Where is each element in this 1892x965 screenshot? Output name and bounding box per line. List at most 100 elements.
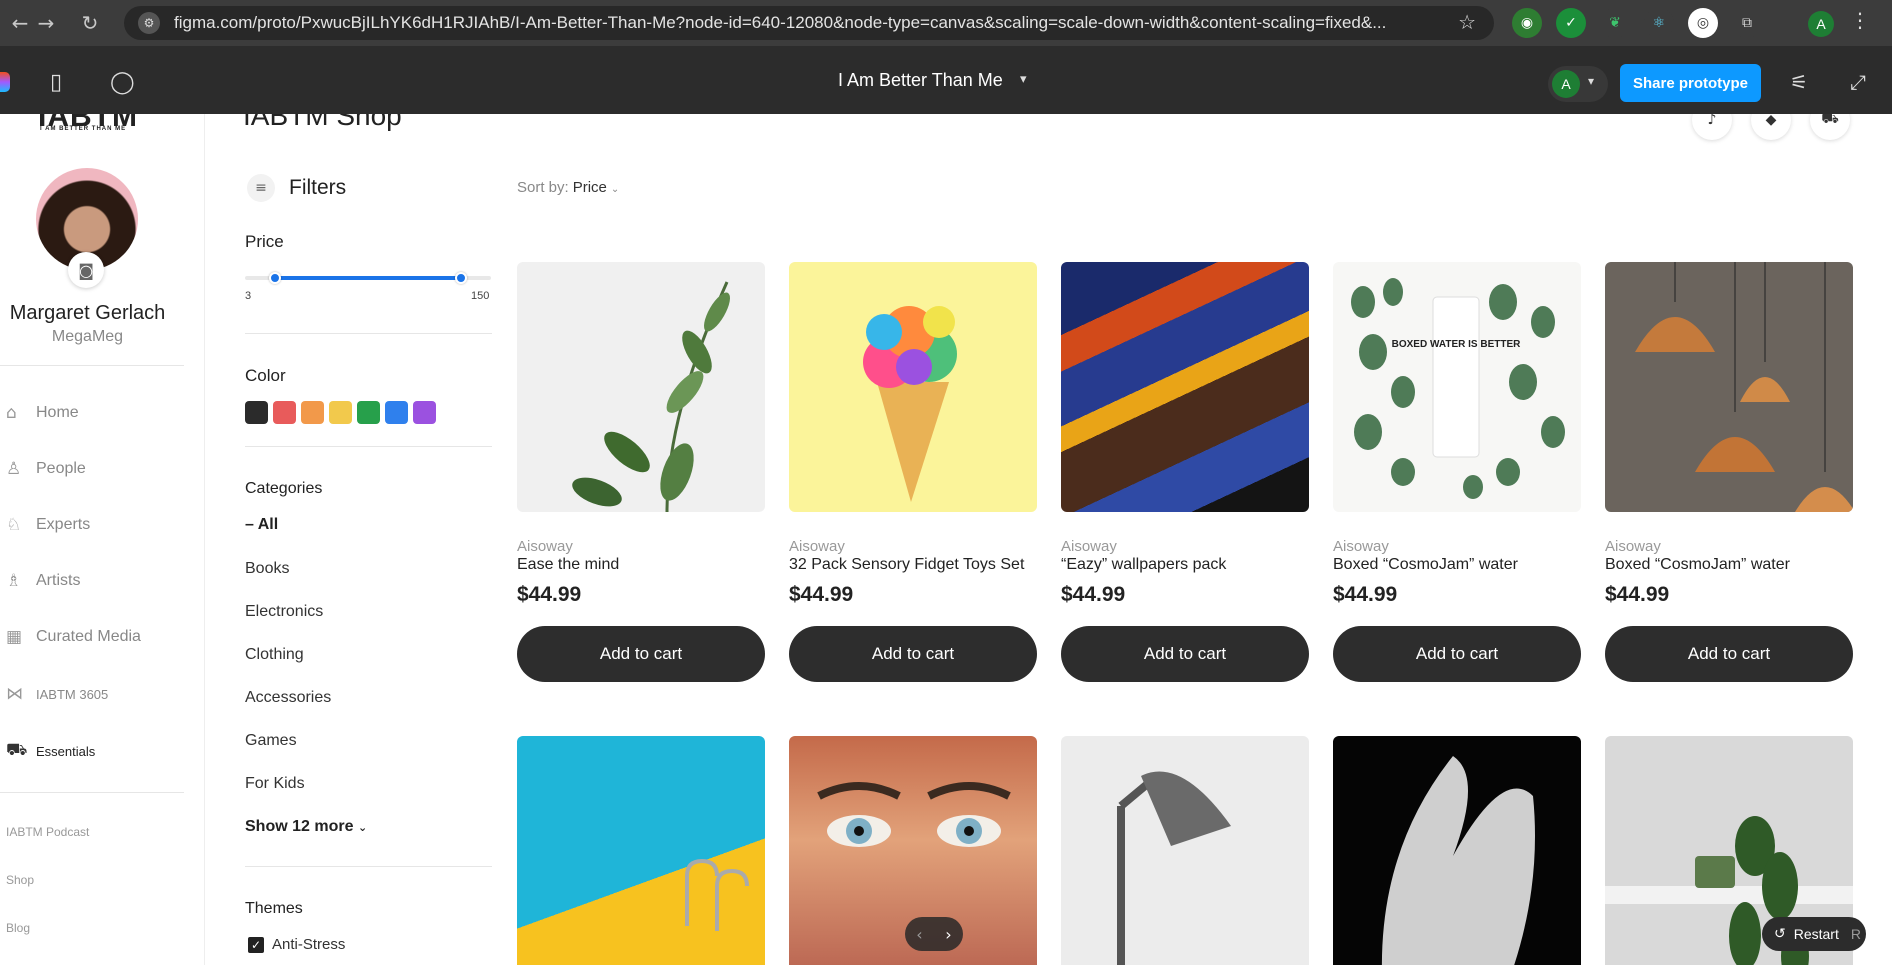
- add-to-cart-button[interactable]: Add to cart: [1061, 626, 1309, 682]
- extension-react-icon[interactable]: ⚛: [1644, 8, 1674, 38]
- color-swatch-blue[interactable]: [385, 401, 408, 424]
- sidebar-item-essentials[interactable]: ⛟ Essentials: [6, 740, 95, 762]
- add-to-cart-button[interactable]: Add to cart: [1333, 626, 1581, 682]
- checkbox-checked-icon[interactable]: ✓: [248, 936, 264, 953]
- sidebar-item-home[interactable]: ⌂ Home: [6, 403, 79, 423]
- color-swatch-purple[interactable]: [413, 401, 436, 424]
- color-swatch-yellow[interactable]: [329, 401, 352, 424]
- product-card[interactable]: Aisoway Ease the mind $44.99 Add to cart: [517, 262, 765, 682]
- footer-link-blog[interactable]: Blog: [6, 921, 30, 935]
- site-info-icon[interactable]: ⚙: [138, 12, 160, 34]
- chevron-left-icon[interactable]: ‹: [916, 925, 922, 944]
- product-name[interactable]: Boxed “CosmoJam” water: [1333, 556, 1581, 574]
- user-chip[interactable]: A ▾: [1548, 66, 1608, 102]
- sidebar-item-experts[interactable]: ♘ Experts: [6, 515, 90, 535]
- footer-link-shop[interactable]: Shop: [6, 873, 34, 887]
- camera-icon[interactable]: ◙: [68, 252, 104, 288]
- product-card[interactable]: Aisoway “Eazy” wallpapers pack $44.99 Ad…: [1061, 262, 1309, 682]
- share-icon: ⋈: [6, 684, 23, 704]
- price-max-handle[interactable]: [455, 272, 468, 284]
- url-text[interactable]: figma.com/proto/PxwucBjILhYK6dH1RJIAhB/I…: [174, 13, 1434, 33]
- settings-sliders-icon[interactable]: ⚟: [1790, 70, 1808, 94]
- color-swatch-green[interactable]: [357, 401, 380, 424]
- theme-label: Anti-Stress: [272, 936, 346, 953]
- browser-menu-icon[interactable]: ⋮: [1850, 8, 1870, 32]
- category-clothing[interactable]: Clothing: [245, 646, 304, 664]
- product-card[interactable]: [1333, 736, 1581, 965]
- product-card[interactable]: [1061, 736, 1309, 965]
- comment-icon[interactable]: ◯: [110, 70, 135, 95]
- category-all[interactable]: – All: [245, 516, 278, 534]
- product-card[interactable]: BOXED WATER IS BETTER Aisoway Boxed “Cos…: [1333, 262, 1581, 682]
- browser-profile-avatar[interactable]: A: [1808, 11, 1834, 37]
- extension-leaf-icon[interactable]: ❦: [1600, 8, 1630, 38]
- themes-label: Themes: [245, 900, 303, 917]
- extensions-puzzle-icon[interactable]: ⧉: [1732, 8, 1762, 38]
- bookmark-star-icon[interactable]: ☆: [1458, 10, 1476, 34]
- figma-logo-icon[interactable]: [0, 72, 10, 92]
- product-card[interactable]: Aisoway Boxed “CosmoJam” water $44.99 Ad…: [1605, 262, 1853, 682]
- price-range-slider[interactable]: [245, 272, 491, 284]
- product-image[interactable]: [789, 262, 1037, 512]
- forward-icon[interactable]: →: [26, 0, 66, 46]
- category-games[interactable]: Games: [245, 732, 297, 750]
- product-image[interactable]: [1605, 262, 1853, 512]
- chevron-down-icon[interactable]: ▾: [1020, 72, 1027, 87]
- extension-glasses-icon[interactable]: ◎: [1688, 8, 1718, 38]
- color-swatches: [245, 401, 436, 424]
- chevron-down-icon: ⌄: [610, 184, 620, 195]
- share-prototype-button[interactable]: Share prototype: [1620, 64, 1761, 102]
- restart-button[interactable]: ↺ Restart R: [1762, 917, 1866, 951]
- product-card[interactable]: [517, 736, 765, 965]
- category-books[interactable]: Books: [245, 560, 289, 578]
- sidebar-item-people[interactable]: ♙ People: [6, 459, 86, 479]
- file-title[interactable]: I Am Better Than Me: [838, 70, 1003, 91]
- copper-lamps-image: [1635, 262, 1853, 512]
- color-swatch-black[interactable]: [245, 401, 268, 424]
- bookmark-icon[interactable]: ◆: [1751, 114, 1791, 140]
- color-swatch-orange[interactable]: [301, 401, 324, 424]
- artists-icon: ♗: [6, 571, 22, 591]
- product-image[interactable]: [1333, 736, 1581, 965]
- eucalyptus-plant-image: [572, 281, 730, 512]
- extension-grammar-icon[interactable]: ✓: [1556, 8, 1586, 38]
- sidebar-item-iabtm-3605[interactable]: ⋈ IABTM 3605: [6, 684, 108, 704]
- product-image[interactable]: [517, 736, 765, 965]
- footer-link-podcast[interactable]: IABTM Podcast: [6, 825, 89, 839]
- product-name[interactable]: 32 Pack Sensory Fidget Toys Set: [789, 556, 1037, 574]
- desk-lamp-image: [1117, 771, 1231, 965]
- sort-control[interactable]: Sort by: Price ⌄: [517, 179, 619, 196]
- product-image[interactable]: [1061, 736, 1309, 965]
- product-card[interactable]: Aisoway 32 Pack Sensory Fidget Toys Set …: [789, 262, 1037, 682]
- sidebar-toggle-icon[interactable]: ▯: [50, 70, 62, 95]
- category-accessories[interactable]: Accessories: [245, 689, 331, 707]
- product-name[interactable]: Ease the mind: [517, 556, 765, 574]
- chevron-right-icon[interactable]: ›: [945, 925, 951, 944]
- reload-icon[interactable]: ↻: [70, 0, 110, 46]
- sidebar-item-curated-media[interactable]: ▦ Curated Media: [6, 627, 141, 647]
- shopping-cart-icon[interactable]: ⛟: [1810, 114, 1850, 140]
- product-image[interactable]: [1061, 262, 1309, 512]
- fullscreen-icon[interactable]: ⤢: [1850, 70, 1866, 94]
- product-name[interactable]: Boxed “CosmoJam” water: [1605, 556, 1853, 574]
- category-for-kids[interactable]: For Kids: [245, 775, 305, 793]
- sidebar-item-label: Artists: [36, 572, 81, 589]
- product-image[interactable]: BOXED WATER IS BETTER: [1333, 262, 1581, 512]
- color-swatch-red[interactable]: [273, 401, 296, 424]
- divider: [0, 792, 184, 793]
- extension-robot-icon[interactable]: ◉: [1512, 8, 1542, 38]
- sidebar-item-artists[interactable]: ♗ Artists: [6, 571, 80, 591]
- theme-anti-stress[interactable]: ✓ Anti-Stress: [248, 936, 345, 953]
- category-electronics[interactable]: Electronics: [245, 603, 323, 621]
- product-name[interactable]: “Eazy” wallpapers pack: [1061, 556, 1309, 574]
- address-bar[interactable]: ⚙ figma.com/proto/PxwucBjILhYK6dH1RJIAhB…: [124, 6, 1494, 40]
- show-more-categories-button[interactable]: Show 12 more ⌄: [245, 818, 367, 836]
- add-to-cart-button[interactable]: Add to cart: [789, 626, 1037, 682]
- price-min-handle[interactable]: [268, 272, 281, 284]
- add-to-cart-button[interactable]: Add to cart: [1605, 626, 1853, 682]
- product-image[interactable]: [517, 262, 765, 512]
- add-to-cart-button[interactable]: Add to cart: [517, 626, 765, 682]
- filters-header[interactable]: ≡ Filters: [247, 174, 346, 202]
- bell-icon[interactable]: ♪: [1692, 114, 1732, 140]
- sidebar-item-label: Essentials: [36, 743, 96, 759]
